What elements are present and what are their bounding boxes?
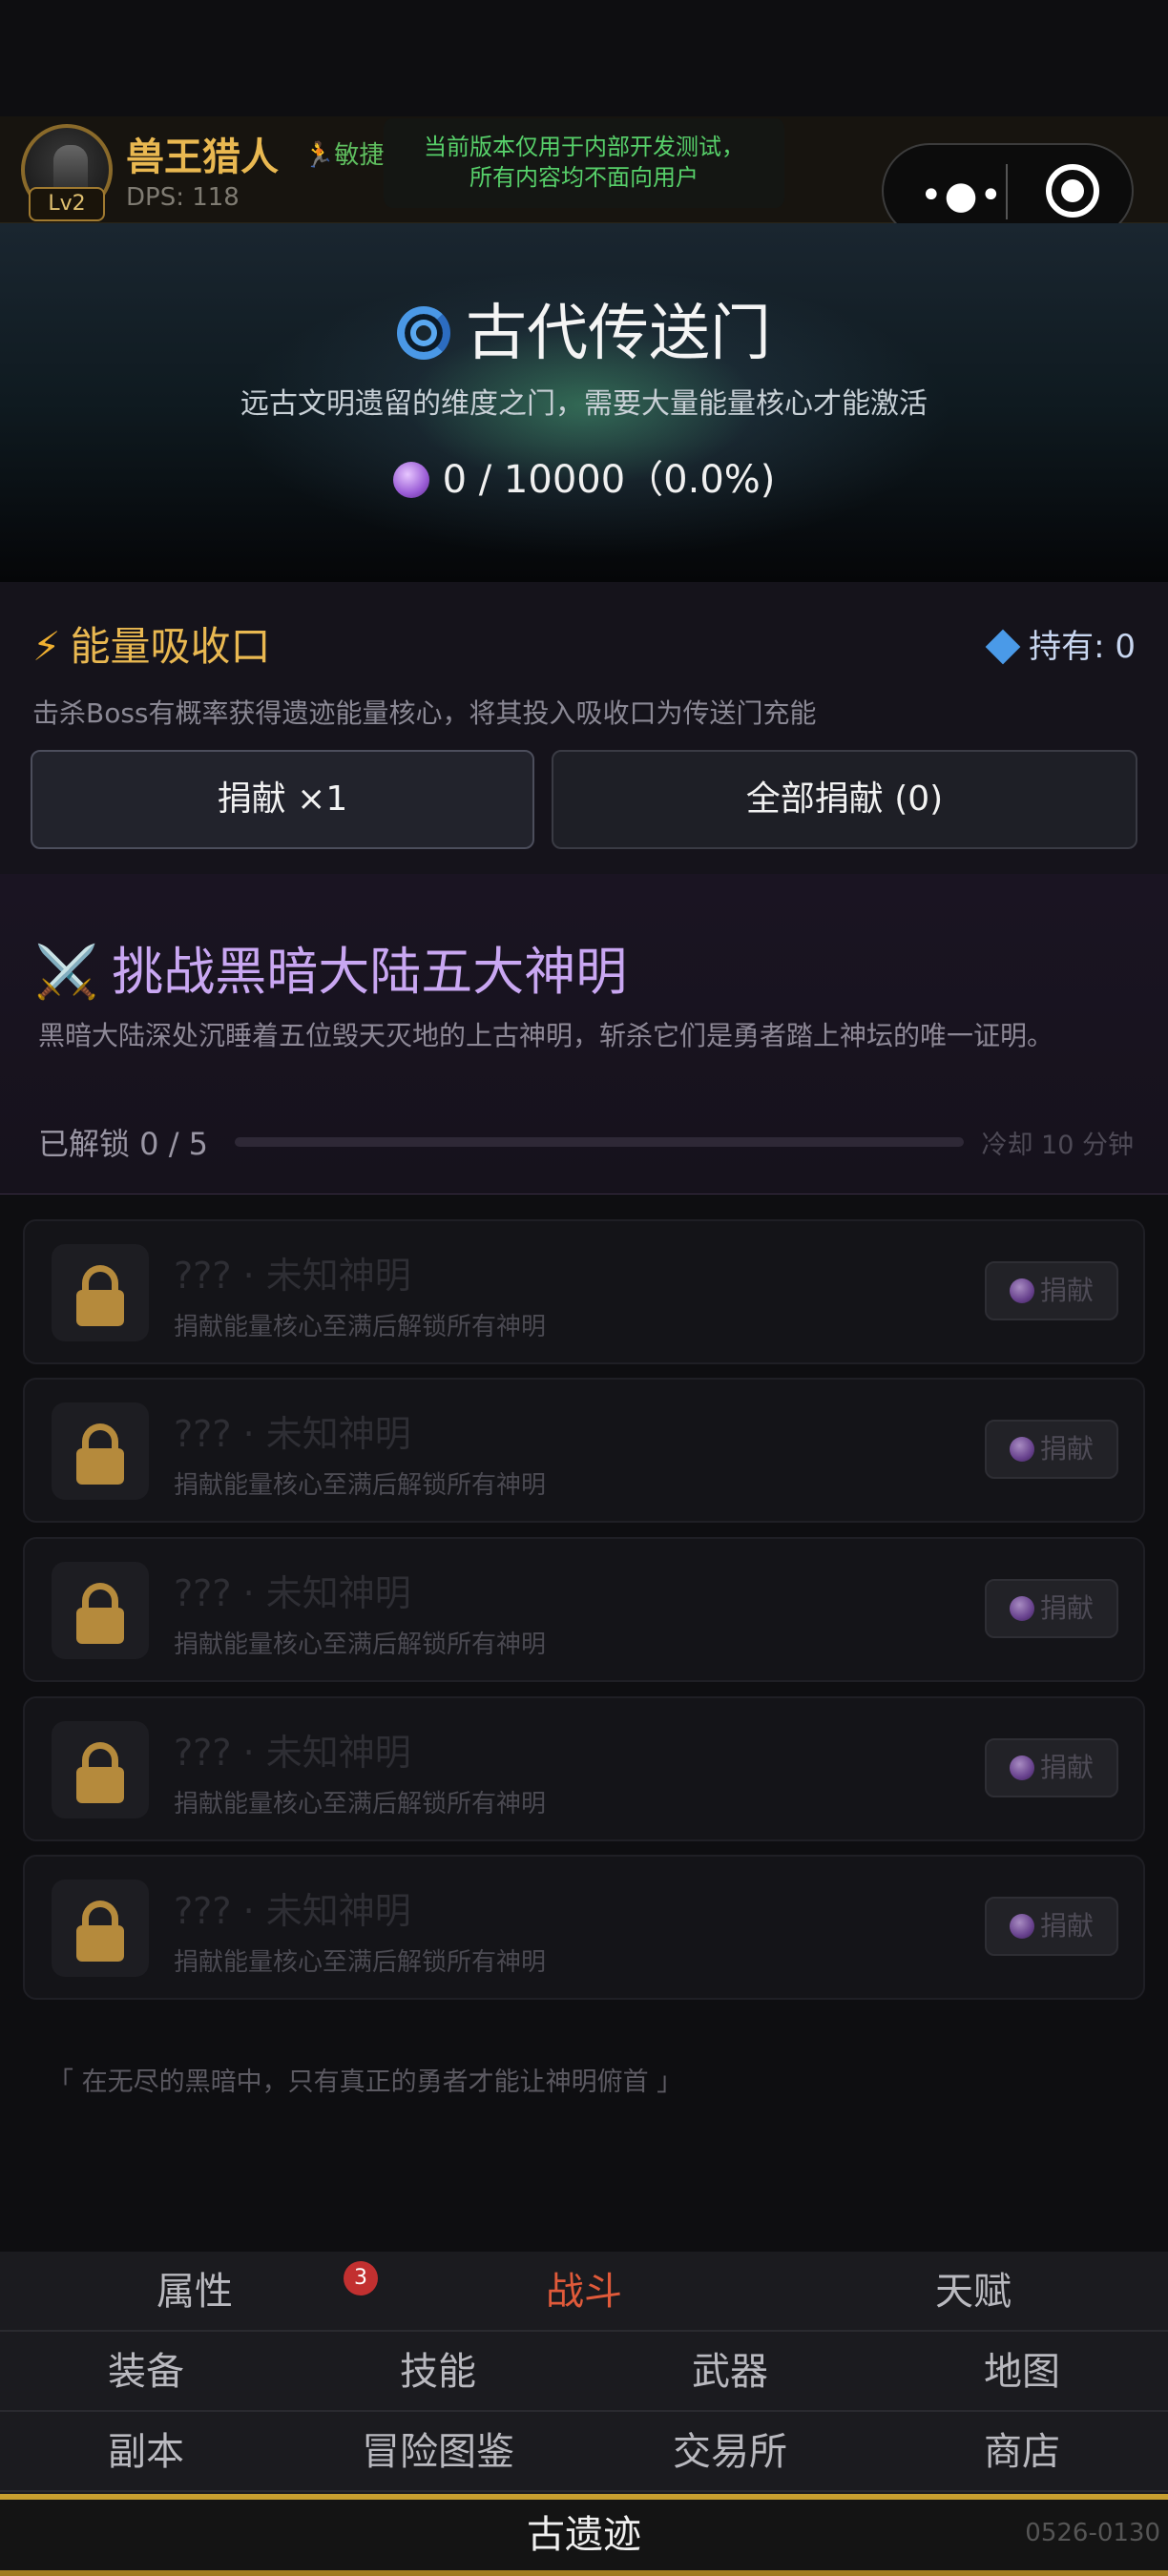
lock-icon [52, 1880, 149, 1977]
energy-orb-icon [1009, 1437, 1034, 1462]
nav-row-3: 副本 冒险图鉴 交易所 商店 [0, 2412, 1168, 2492]
god-card: ??? · 未知神明 捐献能量核心至满后解锁所有神明 捐献 [23, 1378, 1145, 1523]
tab-adventure-codex[interactable]: 冒险图鉴 [292, 2412, 584, 2492]
god-donate-label: 捐献 [1039, 1433, 1094, 1465]
held-count: 持有: 0 [1029, 628, 1136, 666]
dps-value: DPS: 118 [126, 183, 240, 212]
player-header: Lv2 兽王猎人 🏃敏捷 DPS: 118 当前版本仅用于内部开发测试， 所有内… [0, 116, 1168, 239]
portal-banner: 古代传送门 远古文明遗留的维度之门，需要大量能量核心才能激活 0 / 10000… [0, 223, 1168, 582]
banner-title: 古代传送门 [466, 299, 771, 369]
tab-talents[interactable]: 天赋 [779, 2252, 1168, 2332]
god-donate-button[interactable]: 捐献 [985, 1897, 1118, 1956]
flavor-quote: 「 在无尽的黑暗中，只有真正的勇者才能让神明俯首 」 [48, 2067, 683, 2097]
portal-swirl-icon [397, 306, 450, 360]
god-name: ??? · 未知神明 [174, 1890, 411, 1932]
energy-orb-icon [1009, 1596, 1034, 1621]
dev-notice-line1: 当前版本仅用于内部开发测试， [424, 134, 744, 160]
energy-orb-icon [1009, 1755, 1034, 1780]
lock-icon [52, 1244, 149, 1341]
diamond-icon [985, 629, 1021, 665]
god-desc: 捐献能量核心至满后解锁所有神明 [174, 1631, 547, 1659]
god-donate-label: 捐献 [1039, 1752, 1094, 1783]
god-donate-button[interactable]: 捐献 [985, 1579, 1118, 1638]
running-figure-icon: 🏃 [303, 141, 335, 170]
gods-title-row: ⚔️ 挑战黑暗大陆五大神明 [34, 929, 627, 1005]
version-label: 0526-0130 [1025, 2519, 1160, 2547]
donate-one-button[interactable]: 捐献 ×1 [31, 750, 534, 849]
cooldown-text: 冷却 10 分钟 [981, 1131, 1134, 1160]
current-page-bar: 古遗迹 [0, 2494, 1168, 2576]
god-donate-label: 捐献 [1039, 1275, 1094, 1306]
donate-all-button[interactable]: 全部捐献 (0) [552, 750, 1137, 849]
god-desc: 捐献能量核心至满后解锁所有神明 [174, 1313, 547, 1341]
dev-notice-line2: 所有内容均不面向用户 [469, 164, 699, 191]
god-card: ??? · 未知神明 捐献能量核心至满后解锁所有神明 捐献 [23, 1855, 1145, 2000]
tab-equipment[interactable]: 装备 [0, 2332, 292, 2412]
energy-title: 能量吸收口 [70, 623, 271, 670]
energy-description: 击杀Boss有概率获得遗迹能量核心，将其投入吸收口为传送门充能 [32, 697, 817, 729]
lock-icon [52, 1562, 149, 1659]
crossed-swords-icon: ⚔️ [34, 942, 99, 1002]
gods-title: 挑战黑暗大陆五大神明 [112, 942, 628, 1002]
god-donate-label: 捐献 [1039, 1592, 1094, 1624]
god-card: ??? · 未知神明 捐献能量核心至满后解锁所有神明 捐献 [23, 1219, 1145, 1364]
energy-section: ⚡ 能量吸收口 持有: 0 击杀Boss有概率获得遗迹能量核心，将其投入吸收口为传… [0, 582, 1168, 874]
current-page-title[interactable]: 古遗迹 [0, 2500, 1168, 2570]
banner-subtitle: 远古文明遗留的维度之门，需要大量能量核心才能激活 [240, 387, 928, 421]
target-icon[interactable] [1046, 164, 1099, 218]
player-name: 兽王猎人 [126, 135, 279, 179]
tab-skills[interactable]: 技能 [292, 2332, 584, 2412]
held-count-row: 持有: 0 [985, 620, 1136, 667]
lock-icon [52, 1721, 149, 1818]
energy-orb-icon [1009, 1914, 1034, 1939]
unlocked-count: 已解锁 0 / 5 [38, 1126, 209, 1162]
god-name: ??? · 未知神明 [174, 1572, 411, 1614]
tab-exchange[interactable]: 交易所 [584, 2412, 876, 2492]
tab-shop[interactable]: 商店 [876, 2412, 1168, 2492]
tab-attributes[interactable]: 属性 [0, 2252, 389, 2332]
more-dots-icon[interactable]: •●• [920, 174, 1004, 218]
gods-section: ⚔️ 挑战黑暗大陆五大神明 黑暗大陆深处沉睡着五位毁天灭地的上古神明，斩杀它们是勇… [0, 874, 1168, 1195]
tab-map[interactable]: 地图 [876, 2332, 1168, 2412]
energy-orb-icon [392, 462, 429, 498]
capsule-divider [1006, 164, 1008, 219]
level-badge: Lv2 [29, 187, 105, 221]
nav-row-2: 装备 技能 武器 地图 [0, 2332, 1168, 2412]
portal-progress: 0 / 10000（0.0%) [442, 458, 776, 502]
bottom-nav: 属性 3 战斗 天赋 装备 技能 武器 地图 副本 冒险图鉴 交易所 商店 [0, 2252, 1168, 2494]
god-donate-label: 捐献 [1039, 1910, 1094, 1942]
god-donate-button[interactable]: 捐献 [985, 1261, 1118, 1320]
lightning-icon: ⚡ [32, 623, 61, 670]
god-name: ??? · 未知神明 [174, 1413, 411, 1455]
tab-weapons[interactable]: 武器 [584, 2332, 876, 2412]
unlock-progress-bar [235, 1137, 964, 1147]
god-donate-button[interactable]: 捐献 [985, 1420, 1118, 1479]
energy-orb-icon [1009, 1278, 1034, 1303]
gods-description: 黑暗大陆深处沉睡着五位毁天灭地的上古神明，斩杀它们是勇者踏上神坛的唯一证明。 [38, 1020, 1054, 1051]
energy-title-row: ⚡ 能量吸收口 [32, 614, 271, 673]
god-name: ??? · 未知神明 [174, 1732, 411, 1774]
class-tag: 🏃敏捷 [303, 135, 384, 171]
lock-icon [52, 1402, 149, 1500]
banner-title-row: 古代传送门 [0, 284, 1168, 372]
tab-battle[interactable]: 战斗 [389, 2252, 779, 2332]
god-card: ??? · 未知神明 捐献能量核心至满后解锁所有神明 捐献 [23, 1537, 1145, 1682]
tab-dungeon[interactable]: 副本 [0, 2412, 292, 2492]
god-card: ??? · 未知神明 捐献能量核心至满后解锁所有神明 捐献 [23, 1696, 1145, 1841]
dev-notice: 当前版本仅用于内部开发测试， 所有内容均不面向用户 [384, 118, 784, 208]
god-desc: 捐献能量核心至满后解锁所有神明 [174, 1790, 547, 1818]
god-desc: 捐献能量核心至满后解锁所有神明 [174, 1948, 547, 1977]
notification-badge: 3 [344, 2261, 378, 2296]
god-donate-button[interactable]: 捐献 [985, 1738, 1118, 1797]
nav-row-1: 属性 3 战斗 天赋 [0, 2252, 1168, 2332]
banner-progress-row: 0 / 10000（0.0%) [0, 448, 1168, 504]
class-name: 敏捷 [334, 141, 385, 170]
god-name: ??? · 未知神明 [174, 1255, 411, 1297]
god-desc: 捐献能量核心至满后解锁所有神明 [174, 1471, 547, 1500]
